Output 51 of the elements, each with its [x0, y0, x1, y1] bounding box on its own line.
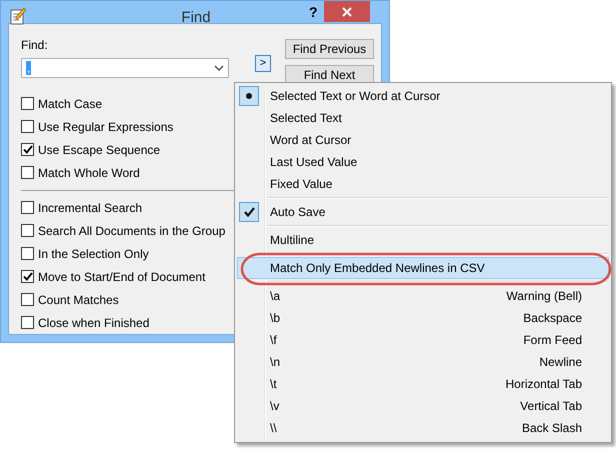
expand-button[interactable]: >	[255, 55, 271, 72]
menu-item[interactable]: Word at Cursor	[237, 129, 609, 151]
checkbox[interactable]	[21, 97, 34, 110]
checkbox-label: Incremental Search	[38, 200, 142, 216]
checkbox-label: Use Regular Expressions	[38, 118, 174, 136]
escape-code: \t	[270, 376, 277, 393]
checkbox[interactable]	[21, 201, 34, 214]
menu-item[interactable]: Selected Text or Word at Cursor	[237, 85, 609, 107]
escape-description: Newline	[539, 354, 582, 371]
find-label: Find:	[21, 37, 49, 54]
checkbox[interactable]	[21, 143, 34, 156]
checkbox[interactable]	[21, 270, 34, 283]
menu-item[interactable]: Selected Text	[237, 107, 609, 129]
escape-code: \a	[270, 288, 280, 305]
dropdown-icon[interactable]	[214, 65, 224, 71]
notepad-icon	[10, 7, 26, 25]
escape-code: \v	[270, 398, 280, 415]
checkbox-label: Match Case	[38, 96, 102, 112]
escape-description: Form Feed	[523, 332, 582, 349]
escape-description: Backspace	[523, 310, 582, 327]
menu-item[interactable]: Match Only Embedded Newlines in CSV	[237, 257, 609, 279]
escape-description: Back Slash	[522, 420, 582, 437]
checkbox[interactable]	[21, 224, 34, 237]
checkbox[interactable]	[21, 247, 34, 260]
checkbox[interactable]	[21, 120, 34, 133]
escape-code: \n	[270, 354, 280, 371]
escape-code: \b	[270, 310, 280, 327]
help-button[interactable]: ?	[306, 4, 321, 20]
menu-item[interactable]: Last Used Value	[237, 151, 609, 173]
checkbox[interactable]	[21, 166, 34, 179]
checkbox[interactable]	[21, 293, 34, 306]
escape-description: Vertical Tab	[520, 398, 582, 415]
checkbox-label: Use Escape Sequence	[38, 142, 160, 158]
close-button[interactable]	[324, 1, 370, 22]
checkbox-label: In the Selection Only	[38, 246, 149, 262]
menu-item[interactable]: Fixed Value	[237, 173, 609, 195]
checkbox-label: Close when Finished	[38, 314, 150, 332]
checkbox-label: Count Matches	[38, 292, 119, 308]
escape-code: \\	[270, 420, 277, 437]
menu-item[interactable]: Multiline	[237, 229, 609, 251]
checkbox-label: Match Whole Word	[38, 164, 140, 182]
checkbox[interactable]	[21, 316, 34, 329]
close-icon	[342, 6, 352, 16]
escape-description: Horizontal Tab	[506, 376, 582, 393]
checkbox-label: Move to Start/End of Document	[38, 268, 206, 286]
window-title: Find	[180, 8, 212, 28]
find-previous-button[interactable]: Find Previous	[285, 39, 374, 59]
escape-code: \f	[270, 332, 277, 349]
checkbox-label: Search All Documents in the Group	[38, 222, 226, 240]
menu-item[interactable]: Auto Save	[237, 201, 609, 223]
escape-description: Warning (Bell)	[506, 288, 582, 305]
